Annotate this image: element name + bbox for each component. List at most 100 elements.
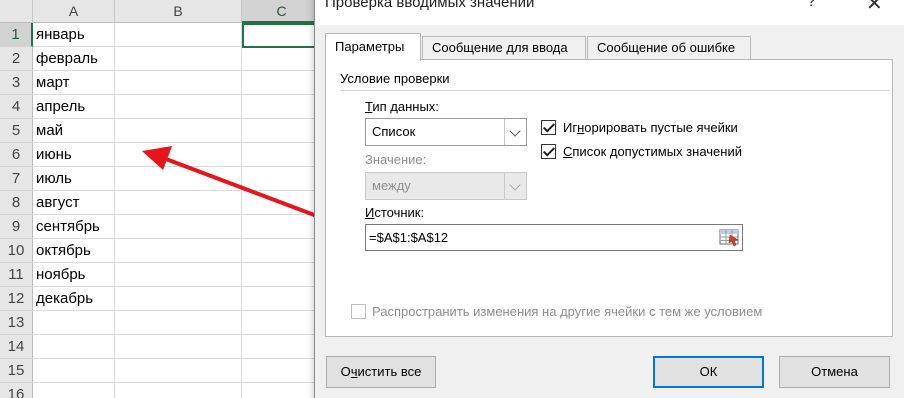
row-header-13[interactable]: 13 — [0, 311, 33, 335]
in-cell-dropdown-checkbox[interactable] — [541, 144, 556, 159]
data-type-select[interactable]: Список — [365, 118, 527, 146]
cell-c5[interactable] — [242, 119, 322, 143]
tab-input-message[interactable]: Сообщение для ввода — [422, 36, 586, 60]
row-header-10[interactable]: 10 — [0, 239, 33, 263]
cell-c3[interactable] — [242, 71, 322, 95]
cell-a16[interactable] — [33, 383, 115, 398]
cell-c15[interactable] — [242, 359, 322, 383]
cancel-button[interactable]: Отмена — [779, 356, 890, 388]
cell-a7[interactable]: июль — [33, 167, 115, 191]
cell-c9[interactable] — [242, 215, 322, 239]
cell-c2[interactable] — [242, 47, 322, 71]
ok-button[interactable]: ОК — [653, 356, 764, 388]
column-header-c[interactable]: C — [242, 0, 322, 23]
cell-b5[interactable] — [115, 119, 242, 143]
cell-c12[interactable] — [242, 287, 322, 311]
data-type-label-text: ип данных: — [372, 99, 439, 114]
row-header-6[interactable]: 6 — [0, 143, 33, 167]
cell-a14[interactable] — [33, 335, 115, 359]
cell-a15[interactable] — [33, 359, 115, 383]
cell-b12[interactable] — [115, 287, 242, 311]
row-header-3[interactable]: 3 — [0, 71, 33, 95]
row-header-9[interactable]: 9 — [0, 215, 33, 239]
cell-b3[interactable] — [115, 71, 242, 95]
row-header-12[interactable]: 12 — [0, 287, 33, 311]
data-type-label: Тип данных: — [365, 99, 439, 114]
cell-b8[interactable] — [115, 191, 242, 215]
apply-all-checkbox — [351, 304, 366, 319]
cell-b9[interactable] — [115, 215, 242, 239]
cell-a2[interactable]: февраль — [33, 47, 115, 71]
cell-b11[interactable] — [115, 263, 242, 287]
dialog-titlebar[interactable]: Проверка вводимых значений ? ✕ — [315, 0, 904, 25]
cell-c4[interactable] — [242, 95, 322, 119]
cell-a4[interactable]: апрель — [33, 95, 115, 119]
row-header-7[interactable]: 7 — [0, 167, 33, 191]
row-header-4[interactable]: 4 — [0, 95, 33, 119]
ignore-blank-text-pre: Иг — [563, 120, 578, 135]
row-header-15[interactable]: 15 — [0, 359, 33, 383]
cell-a11[interactable]: ноябрь — [33, 263, 115, 287]
ignore-blank-checkbox[interactable] — [541, 120, 556, 135]
ignore-blank-label[interactable]: Игнорировать пустые ячейки — [563, 120, 738, 135]
cell-a8[interactable]: август — [33, 191, 115, 215]
tab-error-alert[interactable]: Сообщение об ошибке — [587, 36, 751, 60]
source-value: =$A$1:$A$12 — [369, 230, 449, 245]
clear-all-text-pre: О — [340, 364, 351, 379]
cell-b16[interactable] — [115, 383, 242, 398]
cell-b4[interactable] — [115, 95, 242, 119]
close-button[interactable]: ✕ — [866, 0, 883, 16]
validation-criteria-label: Условие проверки — [340, 71, 450, 86]
apply-all-label: Распространить изменения на другие ячейк… — [372, 304, 763, 319]
data-validation-dialog: Проверка вводимых значений ? ✕ Параметры… — [314, 0, 904, 398]
settings-panel: Условие проверки Тип данных: Список Игно… — [325, 59, 893, 337]
row-header-11[interactable]: 11 — [0, 263, 33, 287]
cell-b15[interactable] — [115, 359, 242, 383]
tab-settings[interactable]: Параметры — [325, 33, 421, 61]
help-button[interactable]: ? — [807, 0, 816, 11]
row-header-5[interactable]: 5 — [0, 119, 33, 143]
cell-b13[interactable] — [115, 311, 242, 335]
cell-b10[interactable] — [115, 239, 242, 263]
active-cell-c1[interactable] — [242, 23, 318, 48]
cell-c11[interactable] — [242, 263, 322, 287]
chevron-down-icon[interactable] — [504, 119, 526, 145]
cell-b6[interactable] — [115, 143, 242, 167]
cell-c14[interactable] — [242, 335, 322, 359]
clear-all-access-key: ч — [350, 364, 358, 379]
column-header-a[interactable]: A — [33, 0, 115, 23]
row-header-1[interactable]: 1 — [0, 23, 33, 47]
cell-a5[interactable]: май — [33, 119, 115, 143]
cell-c16[interactable] — [242, 383, 322, 398]
clear-all-button[interactable]: Очистить все — [326, 356, 436, 388]
cell-a6[interactable]: июнь — [33, 143, 115, 167]
cell-c6[interactable] — [242, 143, 322, 167]
cell-a1[interactable]: январь — [33, 23, 115, 47]
cell-c8[interactable] — [242, 191, 322, 215]
cell-a12[interactable]: декабрь — [33, 287, 115, 311]
cell-c10[interactable] — [242, 239, 322, 263]
column-header-b[interactable]: B — [115, 0, 242, 23]
source-label-access-key: И — [365, 205, 375, 220]
cell-b2[interactable] — [115, 47, 242, 71]
row-header-16[interactable]: 16 — [0, 383, 33, 398]
cell-a9[interactable]: сентябрь — [33, 215, 115, 239]
row-header-14[interactable]: 14 — [0, 335, 33, 359]
range-select-icon[interactable] — [716, 226, 742, 249]
cell-a10[interactable]: октябрь — [33, 239, 115, 263]
row-header-2[interactable]: 2 — [0, 47, 33, 71]
value-select: между — [365, 172, 527, 200]
cell-c13[interactable] — [242, 311, 322, 335]
cell-b1[interactable] — [115, 23, 242, 47]
cell-c7[interactable] — [242, 167, 322, 191]
row-header-8[interactable]: 8 — [0, 191, 33, 215]
source-input[interactable]: =$A$1:$A$12 — [365, 224, 743, 251]
cell-b14[interactable] — [115, 335, 242, 359]
select-all-corner[interactable] — [0, 0, 33, 23]
in-cell-dropdown-access-key: С — [563, 144, 573, 159]
in-cell-dropdown-label[interactable]: Список допустимых значений — [563, 144, 742, 159]
cell-a13[interactable] — [33, 311, 115, 335]
cell-b7[interactable] — [115, 167, 242, 191]
cell-a3[interactable]: март — [33, 71, 115, 95]
value-select-value: между — [372, 178, 411, 193]
